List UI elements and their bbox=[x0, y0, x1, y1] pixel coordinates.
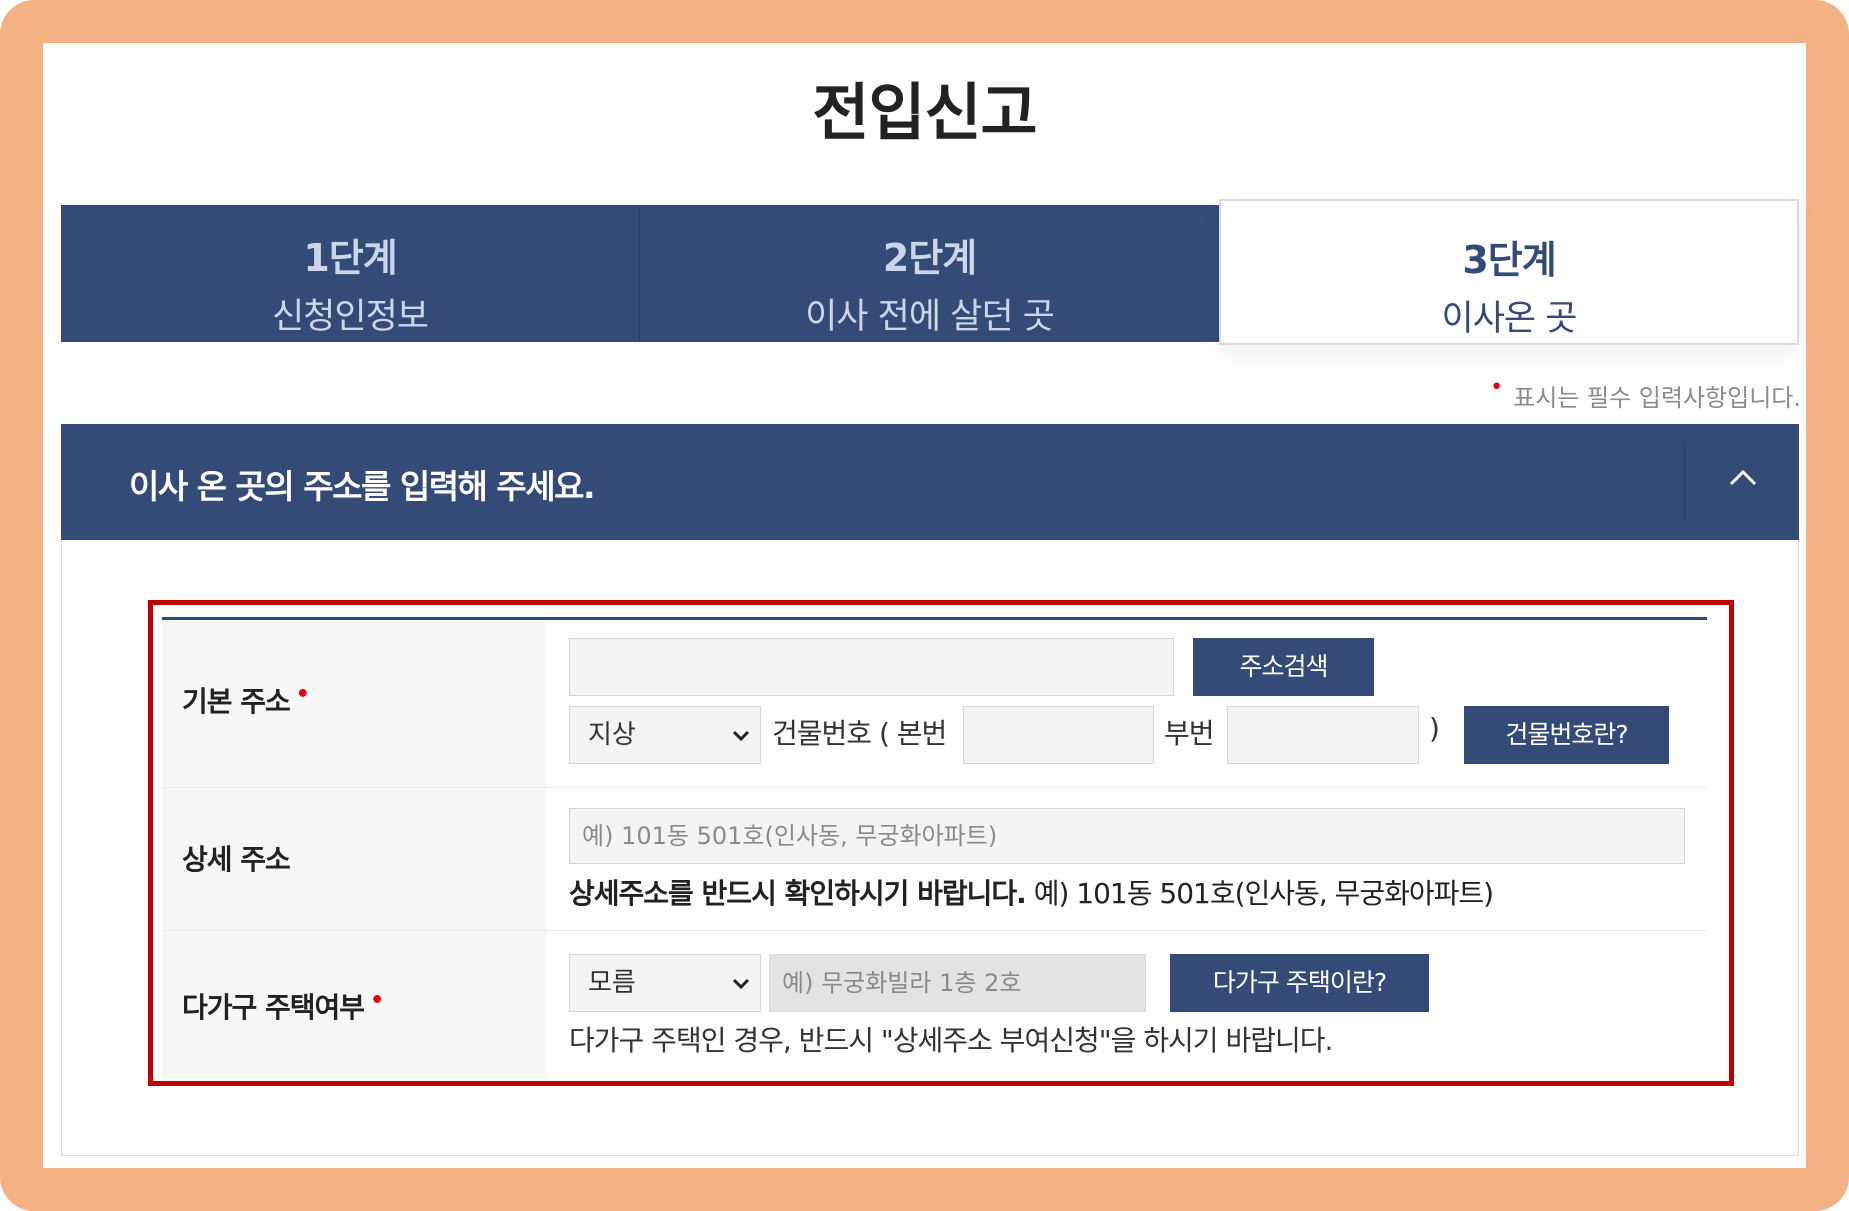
multi-household-detail-input[interactable]: 예) 무궁화빌라 1층 2호 bbox=[769, 954, 1146, 1012]
multi-household-notice: 다가구 주택인 경우, 반드시 "상세주소 부여신청"을 하시기 바랍니다. bbox=[569, 1024, 1333, 1057]
highlighted-form-box: 기본 주소 • 주소검색 지상 건물번호 ( 본번 부번 ) 건물번호란? 상세 … bbox=[148, 600, 1734, 1086]
basic-address-input[interactable] bbox=[569, 638, 1174, 696]
address-search-button[interactable]: 주소검색 bbox=[1193, 638, 1374, 696]
step-name: 이사 전에 살던 곳 bbox=[805, 297, 1055, 337]
form-row-multi-household: 다가구 주택여부 • 모름 예) 무궁화빌라 1층 2호 다가구 주택이란? 다가… bbox=[162, 931, 1707, 1079]
chevron-down-icon bbox=[732, 978, 750, 990]
multi-household-label: 다가구 주택여부 bbox=[182, 991, 365, 1024]
step-tab-3-active[interactable]: 3단계 이사온 곳 bbox=[1219, 199, 1799, 345]
page: 전입신고 1단계 신청인정보 2단계 이사 전에 살던 곳 3단계 이사온 곳 … bbox=[0, 0, 1849, 1211]
chevron-down-icon bbox=[732, 730, 750, 742]
step-tabs: 1단계 신청인정보 2단계 이사 전에 살던 곳 3단계 이사온 곳 bbox=[61, 199, 1799, 345]
detail-address-notice: 상세주소를 반드시 확인하시기 바랍니다. 예) 101동 501호(인사동, … bbox=[569, 872, 1494, 912]
header-divider bbox=[1684, 444, 1685, 520]
detail-address-input[interactable]: 예) 101동 501호(인사동, 무궁화아파트) bbox=[569, 808, 1685, 864]
sub-number-input[interactable] bbox=[1227, 706, 1419, 764]
required-note: • 표시는 필수 입력사항입니다. bbox=[1490, 375, 1801, 413]
panel-header[interactable]: 이사 온 곳의 주소를 입력해 주세요. bbox=[61, 424, 1799, 540]
step-number: 1단계 bbox=[303, 236, 397, 280]
row-label: 다가구 주택여부 • bbox=[162, 931, 546, 1079]
required-note-text: 표시는 필수 입력사항입니다. bbox=[1513, 384, 1801, 412]
step-tab-1[interactable]: 1단계 신청인정보 bbox=[61, 205, 640, 342]
multi-household-select[interactable]: 모름 bbox=[569, 954, 761, 1012]
ground-select-value: 지상 bbox=[588, 720, 636, 750]
chevron-up-icon[interactable] bbox=[1725, 460, 1761, 496]
detail-address-label: 상세 주소 bbox=[182, 843, 291, 876]
multi-household-select-value: 모름 bbox=[588, 968, 636, 998]
step-name: 이사온 곳 bbox=[1441, 299, 1578, 339]
step-tab-2[interactable]: 2단계 이사 전에 살던 곳 bbox=[640, 205, 1219, 342]
form-row-detail-address: 상세 주소 예) 101동 501호(인사동, 무궁화아파트) 상세주소를 반드… bbox=[162, 788, 1707, 931]
required-dot: • bbox=[1490, 375, 1504, 400]
building-number-label: 건물번호 ( 본번 bbox=[772, 717, 947, 750]
form-row-basic-address: 기본 주소 • 주소검색 지상 건물번호 ( 본번 부번 ) 건물번호란? bbox=[162, 620, 1707, 788]
step-number: 3단계 bbox=[1462, 238, 1556, 282]
building-number-help-button[interactable]: 건물번호란? bbox=[1464, 706, 1669, 764]
row-label: 상세 주소 bbox=[162, 788, 546, 930]
sub-number-label: 부번 bbox=[1164, 717, 1215, 750]
row-label: 기본 주소 • bbox=[162, 620, 546, 787]
main-number-input[interactable] bbox=[963, 706, 1154, 764]
required-dot: • bbox=[295, 682, 310, 707]
required-dot: • bbox=[370, 988, 384, 1013]
step-number: 2단계 bbox=[882, 236, 977, 280]
panel-title: 이사 온 곳의 주소를 입력해 주세요. bbox=[129, 467, 596, 506]
multi-household-help-button[interactable]: 다가구 주택이란? bbox=[1170, 954, 1429, 1012]
notice-example: 예) 101동 501호(인사동, 무궁화아파트) bbox=[1033, 877, 1494, 910]
notice-bold: 상세주소를 반드시 확인하시기 바랍니다. bbox=[569, 877, 1027, 910]
ground-select[interactable]: 지상 bbox=[569, 706, 761, 764]
address-form-table: 기본 주소 • 주소검색 지상 건물번호 ( 본번 부번 ) 건물번호란? 상세 … bbox=[162, 617, 1707, 1079]
step-name: 신청인정보 bbox=[271, 297, 429, 337]
close-paren: ) bbox=[1429, 712, 1440, 745]
page-title: 전입신고 bbox=[812, 76, 1037, 149]
basic-address-label: 기본 주소 bbox=[182, 685, 291, 718]
